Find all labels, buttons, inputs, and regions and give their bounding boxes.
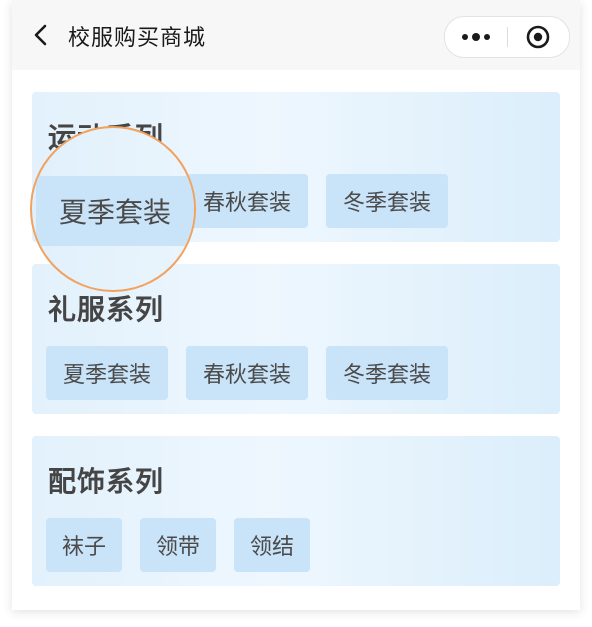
- tag-spring-autumn-set[interactable]: 春秋套装: [186, 174, 308, 228]
- category-list: 运动系列 夏季套装 春秋套装 冬季套装 礼服系列 夏季套装 春秋套装 冬季套装 …: [32, 92, 560, 608]
- section-sports: 运动系列 夏季套装 春秋套装 冬季套装: [32, 92, 560, 242]
- mini-program-capsule: [444, 16, 570, 58]
- close-button[interactable]: [508, 17, 569, 57]
- tag-group: 夏季套装 春秋套装 冬季套装: [46, 346, 448, 400]
- section-formal: 礼服系列 夏季套装 春秋套装 冬季套装: [32, 264, 560, 414]
- page-title: 校服购买商城: [68, 26, 207, 51]
- tag-summer-set[interactable]: 夏季套装: [46, 346, 168, 400]
- tag-spring-autumn-set[interactable]: 春秋套装: [186, 346, 308, 400]
- section-title: 礼服系列: [48, 293, 165, 326]
- section-title: 运动系列: [48, 121, 165, 154]
- navigation-bar: 校服购买商城: [12, 0, 580, 70]
- tag-socks[interactable]: 袜子: [46, 518, 122, 572]
- phone-frame: 校服购买商城 运动系列 夏季套装 春秋套装 冬季套装 礼服系列 夏季套装 春秋套…: [12, 0, 580, 610]
- tag-group: 夏季套装 春秋套装 冬季套装: [46, 174, 448, 228]
- back-button[interactable]: [32, 24, 50, 46]
- more-dots-icon: [462, 33, 490, 41]
- tag-winter-set[interactable]: 冬季套装: [326, 174, 448, 228]
- tag-winter-set[interactable]: 冬季套装: [326, 346, 448, 400]
- section-title: 配饰系列: [48, 465, 165, 498]
- tag-bow-tie[interactable]: 领结: [234, 518, 310, 572]
- section-accessories: 配饰系列 袜子 领带 领结: [32, 436, 560, 586]
- chevron-left-icon: [34, 24, 47, 46]
- target-circle-icon: [526, 25, 550, 49]
- tag-necktie[interactable]: 领带: [140, 518, 216, 572]
- tag-group: 袜子 领带 领结: [46, 518, 310, 572]
- tag-summer-set[interactable]: 夏季套装: [46, 174, 168, 228]
- more-button[interactable]: [445, 17, 506, 57]
